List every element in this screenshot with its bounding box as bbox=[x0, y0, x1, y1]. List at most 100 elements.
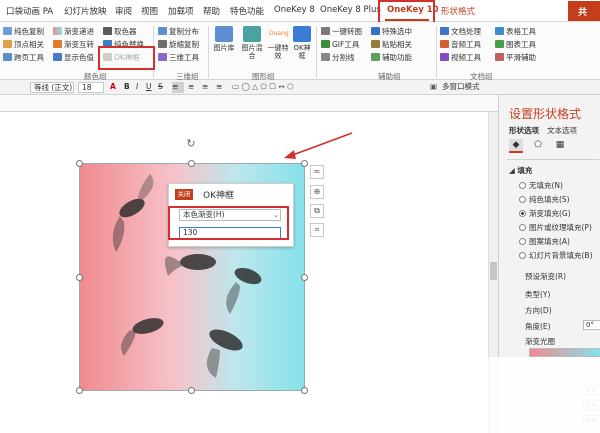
tab-onekey8[interactable]: OneKey 8 bbox=[274, 5, 315, 15]
layout-options-icon[interactable]: ≈ bbox=[310, 165, 324, 179]
copy-style-icon[interactable]: ⧉ bbox=[310, 204, 324, 218]
tab-review[interactable]: 审阅 bbox=[115, 5, 132, 17]
tab-slideshow[interactable]: 幻灯片放映 bbox=[64, 5, 107, 17]
cube-icon bbox=[158, 53, 167, 61]
btn-cross-page[interactable]: 跨页工具 bbox=[3, 53, 44, 62]
btn-video-tools[interactable]: 视频工具 bbox=[440, 53, 481, 62]
btn-ok-frame[interactable]: OK神框 bbox=[290, 26, 314, 70]
dialog-close-button[interactable]: 关闭 bbox=[175, 189, 193, 200]
type-label: 类型(Y) bbox=[525, 290, 551, 299]
tab-pocket-animation[interactable]: 口袋动画 PA bbox=[6, 5, 53, 17]
btn-table-tools[interactable]: 表格工具 bbox=[495, 27, 536, 36]
resize-handle[interactable] bbox=[188, 160, 195, 167]
btn-3d-tools[interactable]: 三维工具 bbox=[158, 53, 199, 62]
pane-divider bbox=[507, 159, 599, 160]
resize-handle[interactable] bbox=[301, 274, 308, 281]
font-color-icon[interactable]: A bbox=[110, 82, 116, 93]
font-name-select[interactable]: 等线 (正文) bbox=[30, 82, 74, 93]
btn-to-image[interactable]: 一键转图 bbox=[321, 27, 362, 36]
btn-vertex[interactable]: 顶点相关 bbox=[3, 40, 44, 49]
align-center-icon[interactable]: ≡ bbox=[188, 82, 194, 93]
btn-aux-functions[interactable]: 辅助功能 bbox=[371, 53, 412, 62]
radio-selected-icon bbox=[519, 210, 526, 217]
btn-image-library[interactable]: 图片库 bbox=[212, 26, 236, 70]
btn-one-click-effect[interactable]: Duang 一键特效 bbox=[266, 26, 290, 70]
radio-icon bbox=[519, 196, 526, 203]
copy-icon bbox=[3, 27, 12, 35]
tab-help[interactable]: 帮助 bbox=[203, 5, 220, 17]
btn-audio-tools[interactable]: 音频工具 bbox=[440, 40, 481, 49]
btn-solid-copy[interactable]: 纯色复制 bbox=[3, 27, 44, 36]
share-button[interactable]: 共 bbox=[568, 1, 600, 21]
btn-chart-tools[interactable]: 图表工具 bbox=[495, 40, 536, 49]
angle-input[interactable]: 0° bbox=[583, 320, 600, 330]
bold-icon[interactable]: B bbox=[124, 82, 130, 93]
scroll-thumb[interactable] bbox=[490, 262, 497, 280]
tab-view[interactable]: 视图 bbox=[141, 5, 158, 17]
arrange-icon[interactable]: ⊕ bbox=[310, 185, 324, 199]
radio-solid-fill[interactable]: 纯色填充(S) bbox=[519, 194, 570, 205]
shape-tools-icon[interactable]: ▭ ◯ △ ⬠ ☐ ↔ ⬡ bbox=[232, 82, 294, 93]
italic-icon[interactable]: I bbox=[136, 82, 138, 93]
convert-icon bbox=[53, 40, 62, 48]
radio-no-fill[interactable]: 无填充(N) bbox=[519, 180, 563, 191]
resize-handle[interactable] bbox=[301, 387, 308, 394]
line-icon bbox=[321, 53, 330, 61]
strikethrough-icon[interactable]: S bbox=[158, 82, 163, 93]
resize-handle[interactable] bbox=[76, 274, 83, 281]
effects-icon[interactable]: ⬠ bbox=[531, 139, 545, 153]
btn-divider-line[interactable]: 分割线 bbox=[321, 53, 355, 62]
gradient-stops-bar[interactable] bbox=[529, 348, 600, 357]
radio-picture-fill[interactable]: 图片或纹理填充(P) bbox=[519, 222, 592, 233]
red-arrow-annotation bbox=[284, 132, 353, 159]
align-left-icon[interactable]: ≡ bbox=[172, 82, 184, 93]
multi-window-label[interactable]: 多窗口模式 bbox=[442, 82, 480, 93]
ribbon-tabs: 口袋动画 PA 幻灯片放映 审阅 视图 加载项 帮助 特色功能 OneKey 8… bbox=[0, 0, 600, 22]
font-size-select[interactable]: 18 bbox=[78, 82, 104, 93]
document-icon bbox=[440, 27, 449, 35]
tab-addins[interactable]: 加载项 bbox=[168, 5, 194, 17]
radio-pattern-fill[interactable]: 图案填充(A) bbox=[519, 236, 570, 247]
fill-section-header[interactable]: ◢ 填充 bbox=[509, 165, 532, 176]
resize-handle[interactable] bbox=[188, 387, 195, 394]
frame-icon bbox=[293, 26, 311, 42]
btn-gif-tools[interactable]: GIF工具 bbox=[321, 40, 359, 49]
tab-shape-format[interactable]: 形状格式 bbox=[441, 5, 475, 17]
divider bbox=[436, 26, 437, 78]
justify-icon[interactable]: ≡ bbox=[216, 82, 222, 93]
highlight-dialog-fields bbox=[168, 206, 289, 240]
btn-show-color[interactable]: 显示色值 bbox=[53, 53, 94, 62]
btn-rotate-copy[interactable]: 旋缩复制 bbox=[158, 40, 199, 49]
btn-doc-process[interactable]: 文档处理 bbox=[440, 27, 481, 36]
video-icon bbox=[440, 53, 449, 61]
radio-gradient-fill[interactable]: 渐变填充(G) bbox=[519, 208, 571, 219]
crop-icon[interactable]: ⌗ bbox=[310, 223, 324, 237]
paste-icon bbox=[371, 40, 380, 48]
tab-onekey8plus[interactable]: OneKey 8 Plus bbox=[320, 5, 381, 15]
btn-gradient-progress[interactable]: 渐变递进 bbox=[53, 27, 94, 36]
smooth-icon bbox=[495, 53, 504, 61]
rotate-handle-icon[interactable]: ↻ bbox=[185, 138, 197, 150]
btn-special-select[interactable]: 特殊选中 bbox=[371, 27, 412, 36]
window-icon[interactable]: ▣ bbox=[430, 82, 437, 93]
align-right-icon[interactable]: ≡ bbox=[202, 82, 208, 93]
fill-line-icon[interactable]: ◆ bbox=[509, 139, 523, 153]
resize-handle[interactable] bbox=[76, 160, 83, 167]
ribbon: 纯色复制 顶点相关 跨页工具 渐变递进 渐变互转 显示色值 取色器 纯色替换 O… bbox=[0, 22, 600, 81]
radio-slide-bg-fill[interactable]: 幻灯片背景填充(B) bbox=[519, 250, 593, 261]
btn-paste-related[interactable]: 粘贴相关 bbox=[371, 40, 412, 49]
size-properties-icon[interactable]: ▦ bbox=[553, 139, 567, 153]
tab-text-options[interactable]: 文本选项 bbox=[547, 125, 577, 136]
table-icon bbox=[495, 27, 504, 35]
underline-icon[interactable]: U bbox=[146, 82, 152, 93]
tab-features[interactable]: 特色功能 bbox=[230, 5, 264, 17]
btn-copy-distribute[interactable]: 复制分布 bbox=[158, 27, 199, 36]
preset-gradient-label: 预设渐变(R) bbox=[525, 272, 567, 281]
btn-gradient-convert[interactable]: 渐变互转 bbox=[53, 40, 94, 49]
btn-eyedropper[interactable]: 取色器 bbox=[103, 27, 137, 36]
resize-handle[interactable] bbox=[76, 387, 83, 394]
btn-image-blend[interactable]: 图片混合 bbox=[240, 26, 264, 70]
btn-smooth-aid[interactable]: 平滑辅助 bbox=[495, 53, 536, 62]
tab-shape-options[interactable]: 形状选项 bbox=[509, 125, 539, 136]
direction-label: 方向(D) bbox=[525, 306, 552, 315]
